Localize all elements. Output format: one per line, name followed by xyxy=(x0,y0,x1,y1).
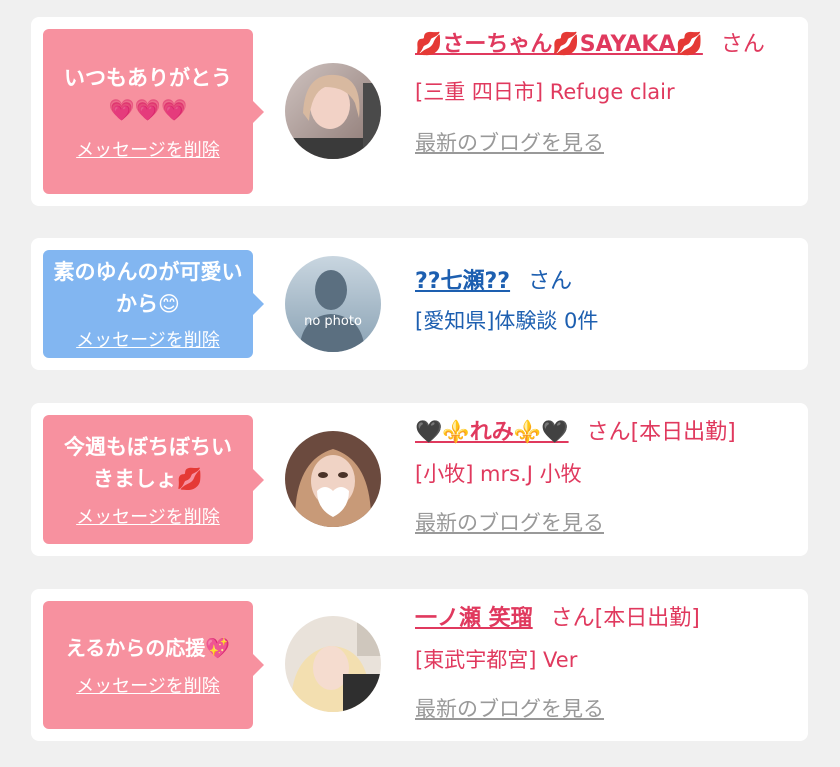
message-text: えるからの応援💖 xyxy=(65,636,231,660)
avatar[interactable] xyxy=(285,431,381,527)
sender-name-link[interactable]: 一ノ瀬 笑瑠 xyxy=(415,606,533,631)
sender-info: ??七瀬?? さん [愛知県]体験談 0件 xyxy=(415,266,796,336)
latest-blog-link[interactable]: 最新のブログを見る xyxy=(415,127,796,157)
shop-info: [愛知県]体験談 0件 xyxy=(415,309,599,333)
shop-info: [三重 四日市] Refuge clair xyxy=(415,80,675,104)
message-card: 今週もぼちぼちいきましょ💋 メッセージを削除 🖤⚜️れみ⚜️🖤 さん[本日出勤] … xyxy=(31,403,808,556)
message-bubble: 素のゆんのが可愛いから😊 メッセージを削除 xyxy=(43,250,264,358)
avatar[interactable]: no photo xyxy=(285,256,381,352)
delete-message-link[interactable]: メッセージを削除 xyxy=(76,136,220,162)
sender-info: 💋さーちゃん💋SAYAKA💋 さん [三重 四日市] Refuge clair 最… xyxy=(415,29,796,157)
honorific: さん xyxy=(528,269,573,294)
sender-info: 一ノ瀬 笑瑠 さん[本日出勤] [東武宇都宮] Ver 最新のブログを見る xyxy=(415,603,796,723)
message-card: 素のゆんのが可愛いから😊 メッセージを削除 no photo ??七瀬?? さん … xyxy=(31,238,808,370)
delete-message-link[interactable]: メッセージを削除 xyxy=(76,503,220,529)
message-card: いつもありがとう💗💗💗 メッセージを削除 💋さーちゃん💋SAYAKA💋 さん [三… xyxy=(31,17,808,206)
no-photo-label: no photo xyxy=(304,314,362,329)
sender-info: 🖤⚜️れみ⚜️🖤 さん[本日出勤] [小牧] mrs.J 小牧 最新のブログを見る xyxy=(415,417,796,537)
message-bubble: えるからの応援💖 メッセージを削除 xyxy=(43,601,264,729)
shop-info: [東武宇都宮] Ver xyxy=(415,648,578,672)
message-bubble: いつもありがとう💗💗💗 メッセージを削除 xyxy=(43,29,264,194)
latest-blog-link[interactable]: 最新のブログを見る xyxy=(415,507,796,537)
message-text: いつもありがとう💗💗💗 xyxy=(64,65,232,122)
shop-info: [小牧] mrs.J 小牧 xyxy=(415,462,582,486)
latest-blog-link[interactable]: 最新のブログを見る xyxy=(415,693,796,723)
message-text: 素のゆんのが可愛いから😊 xyxy=(53,260,243,316)
message-text: 今週もぼちぼちいきましょ💋 xyxy=(64,434,232,491)
message-card: えるからの応援💖 メッセージを削除 一ノ瀬 笑瑠 さん[本日出勤] [東武宇都宮]… xyxy=(31,589,808,741)
delete-message-link[interactable]: メッセージを削除 xyxy=(76,326,220,352)
sender-name-link[interactable]: 🖤⚜️れみ⚜️🖤 xyxy=(415,420,569,445)
sender-name-link[interactable]: ??七瀬?? xyxy=(415,269,510,294)
delete-message-link[interactable]: メッセージを削除 xyxy=(76,672,220,698)
sender-name-link[interactable]: 💋さーちゃん💋SAYAKA💋 xyxy=(415,32,703,57)
honorific: さん[本日出勤] xyxy=(550,606,700,631)
avatar[interactable] xyxy=(285,616,381,712)
honorific: さん xyxy=(720,32,765,57)
honorific: さん[本日出勤] xyxy=(586,420,736,445)
message-bubble: 今週もぼちぼちいきましょ💋 メッセージを削除 xyxy=(43,415,264,544)
avatar[interactable] xyxy=(285,63,381,159)
